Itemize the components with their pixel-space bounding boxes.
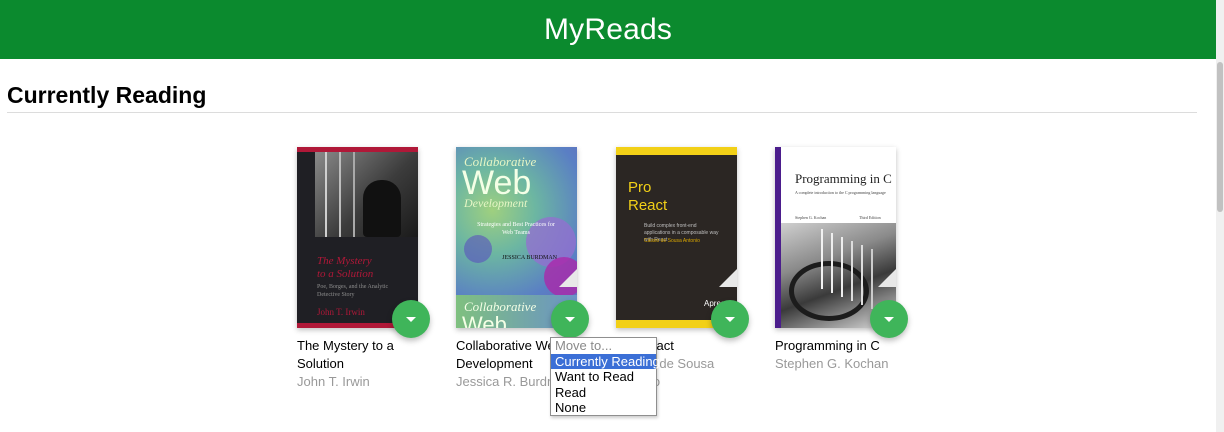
book-authors: John T. Irwin [297,374,370,389]
cover-author: Stephen G. Kochan [795,215,827,220]
page-curl [878,269,896,287]
cover-photo [315,152,418,237]
shelf-title: Currently Reading [7,82,207,108]
book-cover[interactable]: The Mystery to a Solution Poe, Borges, a… [297,147,418,328]
cover-author: JESSICA BURDMAN [502,255,557,261]
menu-option-none[interactable]: None [551,400,656,416]
triangle-down-icon [565,316,575,322]
menu-option-read[interactable]: Read [551,385,656,401]
cover-title-line: React [628,197,668,214]
triangle-down-icon [406,316,416,322]
cover-bubble [464,235,492,263]
shelf-changer-button[interactable] [711,300,749,338]
cover-subtitle: Poe, Borges, and the Analytic Detective … [317,284,389,298]
move-to-menu[interactable]: Move to... Currently Reading Want to Rea… [550,337,660,416]
shelf-changer-button[interactable] [551,300,589,338]
cover-title: Programming in C [795,171,892,186]
app-title: MyReads [543,12,673,46]
cover-title-line: to a Solution [317,268,374,280]
cover-title-line: Pro [628,179,652,196]
shelf-changer-button[interactable] [870,300,908,338]
cover-author: Cássio de Sousa Antonio [644,238,700,244]
cover-tagline: A complete introduction to the C program… [795,190,886,195]
cover-author: John T. Irwin [317,307,365,317]
cover-title: The Mystery to a Solution [317,255,373,281]
menu-option-want-to-read[interactable]: Want to Read [551,369,656,385]
scrollbar-thumb[interactable] [1217,62,1223,212]
page-curl [559,269,577,287]
book-cover[interactable]: Pro React Build complex front-end applic… [616,147,737,328]
cover-band [616,147,737,155]
cover-title-line: The Mystery [317,255,372,267]
cover-line: Development [464,196,528,210]
book-title: Programming in C [775,338,880,353]
book-cover[interactable]: Collaborative Web Development Strategies… [456,147,577,328]
triangle-down-icon [725,316,735,322]
menu-option-currently-reading[interactable]: Currently Reading [551,353,660,369]
cover-tagline: Strategies and Best Practices for Web Te… [477,222,555,236]
book-authors: Stephen G. Kochan [775,356,889,371]
cover-edition: Third Edition [859,215,881,220]
menu-option-move-to: Move to... [555,338,613,353]
page-curl [719,269,737,287]
book-cover[interactable]: Programming in C A complete introduction… [775,147,896,328]
cover-title: Pro React [628,179,667,215]
page-scrollbar[interactable] [1216,0,1224,432]
shelf-changer-button[interactable] [392,300,430,338]
book-title: The Mystery to a Solution [297,338,394,371]
shelf-divider [7,112,1197,113]
triangle-down-icon [884,316,894,322]
app-header: MyReads [0,0,1216,59]
cover-line: Web [462,312,507,328]
